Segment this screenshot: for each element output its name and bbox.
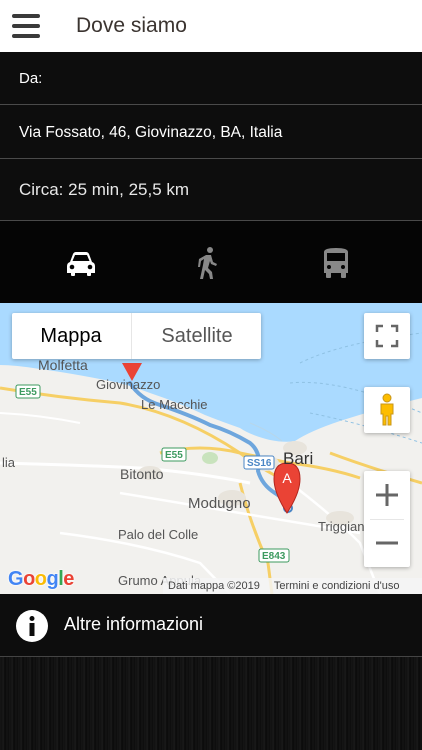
- place-bitonto: Bitonto: [120, 466, 164, 482]
- street-view-button[interactable]: [364, 387, 410, 433]
- place-le-macchie: Le Macchie: [141, 397, 207, 412]
- from-label: Da:: [19, 70, 43, 87]
- fullscreen-button[interactable]: [364, 313, 410, 359]
- walking-icon[interactable]: [189, 245, 225, 281]
- google-logo[interactable]: Google: [8, 568, 74, 591]
- map-type-satellite-button[interactable]: Satellite: [131, 313, 262, 359]
- info-icon: [16, 610, 48, 642]
- page-title: Dove siamo: [76, 14, 187, 37]
- map-data-credit: Dati mappa ©2019: [168, 580, 260, 592]
- zoom-control: [364, 471, 410, 567]
- place-lia: lia: [2, 455, 16, 470]
- map-attribution: Dati mappa ©2019 Termini e condizioni d'u…: [163, 578, 422, 594]
- map-type-map-button[interactable]: Mappa: [12, 313, 130, 359]
- road-e843: E843: [262, 551, 286, 562]
- route-estimate: Circa: 25 min, 25,5 km: [19, 180, 190, 199]
- place-bari: Bari: [283, 449, 313, 468]
- map-view[interactable]: Molfetta Giovinazzo Le Macchie Bari Bito…: [0, 303, 422, 594]
- estimate-row: Circa: 25 min, 25,5 km: [0, 159, 422, 221]
- road-e55-central: E55: [165, 450, 183, 461]
- background-texture: [0, 657, 422, 750]
- plus-icon: [376, 484, 398, 506]
- app-header: Dove siamo: [0, 0, 422, 53]
- address-row[interactable]: Via Fossato, 46, Giovinazzo, BA, Italia: [0, 105, 422, 159]
- fullscreen-icon: [375, 324, 399, 348]
- place-giovinazzo: Giovinazzo: [96, 377, 160, 392]
- pegman-icon: [380, 393, 394, 426]
- map-type-control: Mappa Satellite: [12, 313, 261, 359]
- place-modugno: Modugno: [188, 495, 251, 512]
- marker-label: A: [282, 470, 292, 486]
- place-molfetta: Molfetta: [38, 357, 88, 373]
- place-palo-del-colle: Palo del Colle: [118, 527, 198, 542]
- place-triggiano: Triggian: [318, 519, 364, 534]
- minus-icon: [376, 541, 398, 545]
- hamburger-menu-icon[interactable]: [12, 14, 40, 38]
- car-icon[interactable]: [63, 245, 99, 281]
- from-row: Da:: [0, 52, 422, 105]
- terms-link[interactable]: Termini e condizioni d'uso: [274, 580, 400, 592]
- travel-mode-bar: [0, 221, 422, 303]
- more-info-row[interactable]: Altre informazioni: [0, 594, 422, 657]
- address-text: Via Fossato, 46, Giovinazzo, BA, Italia: [19, 124, 283, 141]
- road-e55-west: E55: [19, 387, 37, 398]
- bus-icon[interactable]: [318, 245, 354, 281]
- more-info-label: Altre informazioni: [64, 614, 204, 634]
- zoom-out-button[interactable]: [364, 520, 410, 567]
- zoom-in-button[interactable]: [364, 471, 410, 519]
- road-ss16: SS16: [247, 458, 272, 469]
